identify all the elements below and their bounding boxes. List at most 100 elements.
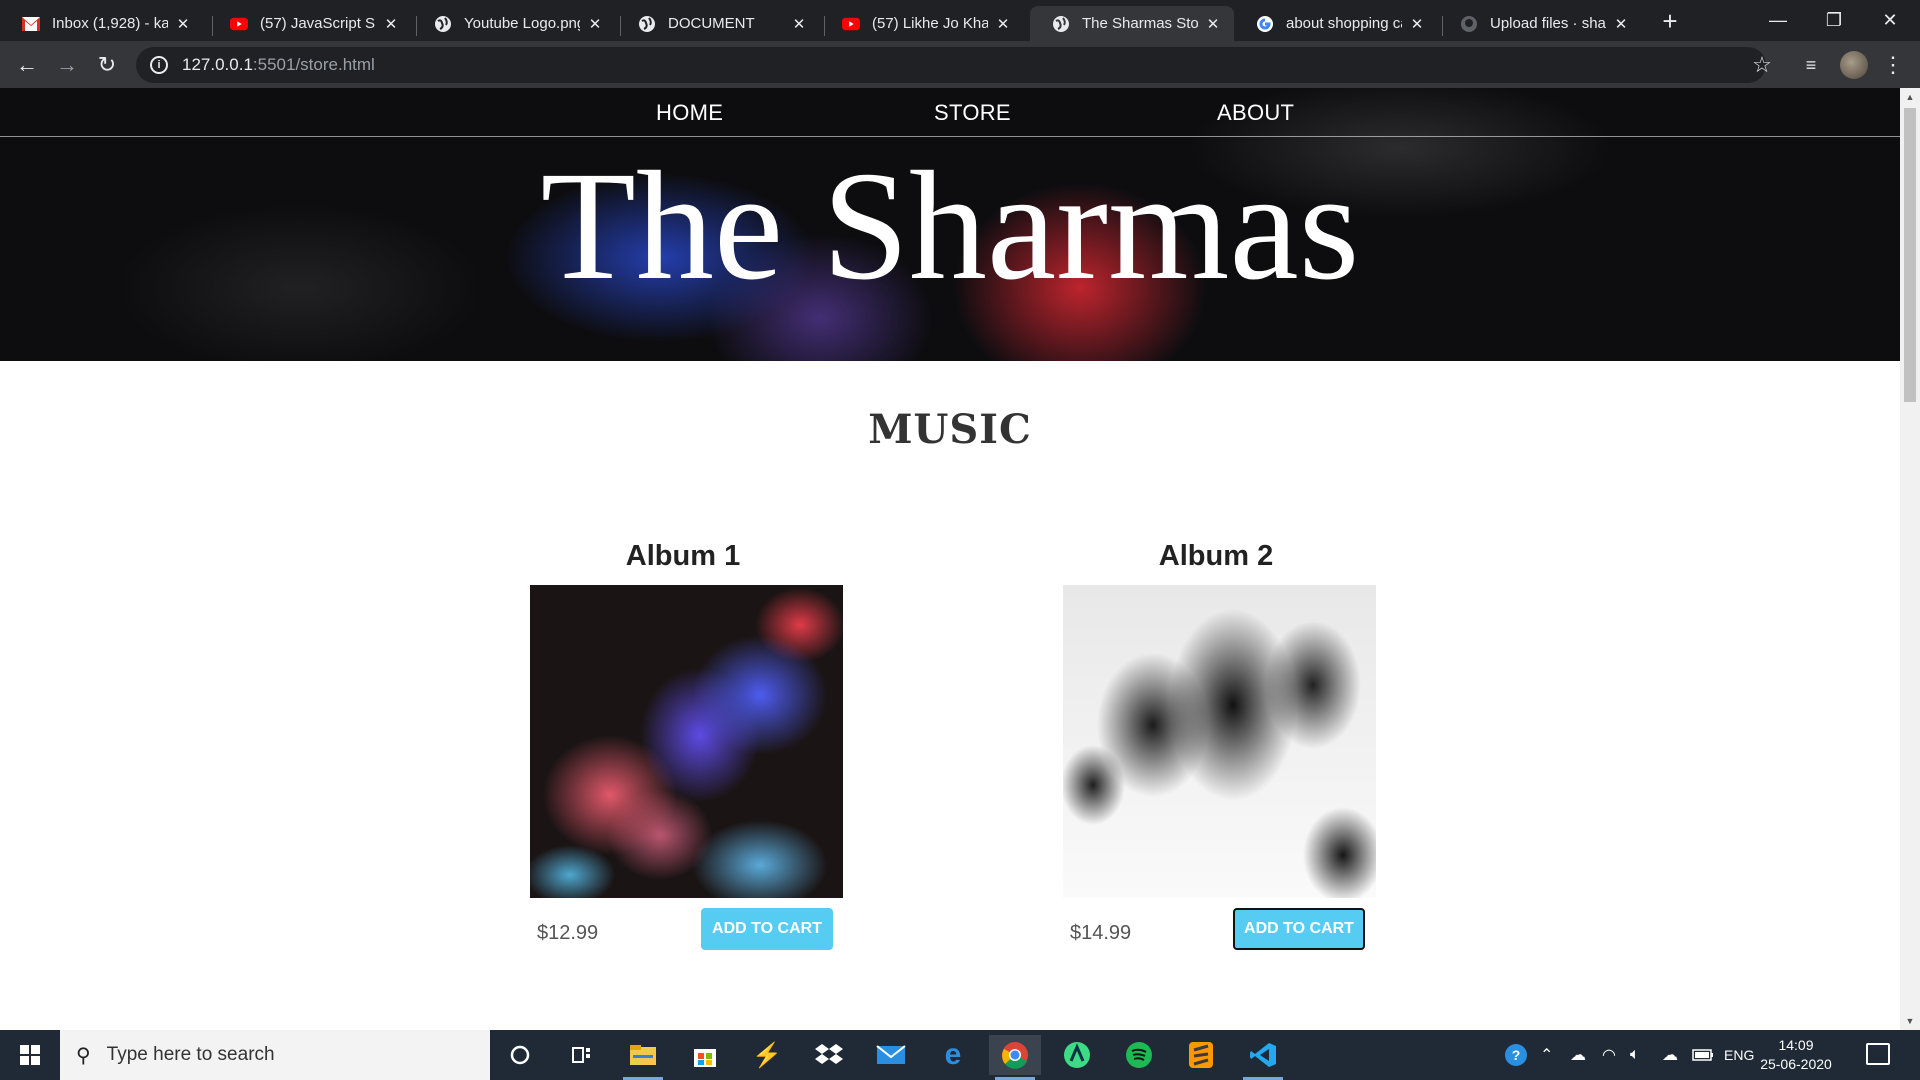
album-cover-image [1063,585,1376,898]
back-arrow-icon[interactable]: ← [13,51,41,79]
vscode-icon[interactable] [1237,1035,1289,1080]
tab-document[interactable]: DOCUMENT ✕ [616,6,820,41]
address-bar[interactable]: i 127.0.0.1:5501/store.html [136,47,1766,83]
tab-title: Youtube Logo.png [464,15,580,32]
info-icon[interactable]: i [150,56,168,74]
tab-title: (57) JavaScript Sho [260,15,376,32]
reload-icon[interactable]: ↻ [93,51,121,79]
language-indicator[interactable]: ENG [1724,1030,1754,1080]
section-title-music: MUSIC [868,406,1032,453]
visual-studio-installer-icon[interactable]: ⚡ [741,1035,793,1075]
album-price: $12.99 [537,922,599,944]
scrollbar-thumb[interactable] [1904,108,1916,402]
add-to-cart-button[interactable]: ADD TO CART [1233,908,1365,950]
profile-avatar[interactable] [1840,51,1868,79]
tab-youtube-logo[interactable]: Youtube Logo.png ✕ [412,6,616,41]
browser-toolbar: ← → ↻ i 127.0.0.1:5501/store.html ☆ ≡ ⋮ [0,41,1920,88]
tab-title: about shopping ca [1286,15,1402,32]
search-placeholder: Type here to search [106,1044,275,1065]
tab-title: DOCUMENT [668,15,755,32]
start-button[interactable] [0,1030,60,1080]
volume-icon[interactable]: 🔈︎ [1630,1030,1640,1080]
android-studio-icon[interactable] [1051,1035,1103,1075]
url-text[interactable]: 127.0.0.1:5501/store.html [182,55,375,75]
sublime-text-icon[interactable] [1175,1035,1227,1075]
minimize-button[interactable]: — [1750,0,1806,41]
google-icon [1256,15,1274,33]
github-icon [1460,15,1478,33]
album-card-1: Album 1 $12.99 ADD TO CART [523,540,843,950]
close-tab-icon[interactable]: ✕ [586,15,604,33]
restore-button[interactable]: ❐ [1806,0,1862,41]
tab-title: The Sharmas Store [1082,15,1198,32]
album-card-2: Album 2 $14.99 ADD TO CART [1056,540,1376,950]
album-title: Album 1 [625,540,741,572]
help-icon[interactable]: ? [1502,1030,1530,1080]
brand-title: The Sharmas [540,139,1360,312]
youtube-icon [842,15,860,33]
media-control-icon[interactable]: ≡ [1797,51,1825,79]
edge-icon[interactable]: e [927,1035,979,1075]
new-tab-button[interactable]: + [1656,8,1684,36]
onedrive-cloud-icon[interactable]: ☁ [1570,1030,1586,1080]
page-scrollbar[interactable]: ▲ ▼ [1900,88,1920,1030]
taskbar-search-box[interactable]: ⚲ Type here to search [60,1030,490,1080]
main-nav: HOME STORE ABOUT [0,88,1900,137]
tab-title: Inbox (1,928) - kan [52,15,168,32]
windows-taskbar: ⚲ Type here to search ⚡ e ? ⌃ ☁ ◠ 🔈︎ ☁ E… [0,1030,1920,1080]
tab-gmail[interactable]: Inbox (1,928) - kan ✕ [0,6,204,41]
notification-center-icon[interactable] [1866,1043,1890,1065]
spotify-icon[interactable] [1113,1035,1165,1075]
tab-javascript[interactable]: (57) JavaScript Sho ✕ [208,6,412,41]
tab-strip: Inbox (1,928) - kan ✕ (57) JavaScript Sh… [0,0,1920,41]
dropbox-icon[interactable] [803,1035,855,1075]
page-viewport: HOME STORE ABOUT The Sharmas MUSIC Album… [0,88,1900,1030]
nav-store-link[interactable]: STORE [934,100,1011,126]
tab-google-search[interactable]: about shopping ca ✕ [1234,6,1438,41]
menu-kebab-icon[interactable]: ⋮ [1879,51,1907,79]
microsoft-store-icon[interactable] [679,1035,731,1075]
forward-arrow-icon[interactable]: → [53,51,81,79]
nav-home-link[interactable]: HOME [656,100,723,126]
clock-time: 14:09 [1778,1037,1814,1053]
upload-cloud-icon[interactable]: ☁ [1662,1030,1678,1080]
close-window-button[interactable]: ✕ [1862,0,1918,41]
close-tab-icon[interactable]: ✕ [1204,15,1222,33]
tab-upload-files[interactable]: Upload files · sharr ✕ [1438,6,1642,41]
close-tab-icon[interactable]: ✕ [1408,15,1426,33]
svg-text:?: ? [1512,1047,1521,1063]
search-icon: ⚲ [76,1044,91,1067]
globe-icon [434,15,452,33]
taskbar-clock[interactable]: 14:09 25-06-2020 [1756,1036,1836,1074]
close-tab-icon[interactable]: ✕ [382,15,400,33]
task-view-icon[interactable] [556,1035,608,1075]
tab-likhe-jo-khat[interactable]: (57) Likhe Jo Khat ✕ [820,6,1024,41]
battery-icon[interactable] [1692,1030,1714,1080]
clock-date: 25-06-2020 [1760,1056,1832,1072]
cortana-icon[interactable] [494,1035,546,1075]
album-cover-image [530,585,843,898]
album-title: Album 2 [1158,540,1274,572]
bookmark-star-icon[interactable]: ☆ [1748,51,1776,79]
chrome-icon[interactable] [989,1035,1041,1080]
scroll-up-icon[interactable]: ▲ [1905,92,1915,102]
add-to-cart-button[interactable]: ADD TO CART [701,908,833,950]
close-tab-icon[interactable]: ✕ [1612,15,1630,33]
close-tab-icon[interactable]: ✕ [174,15,192,33]
youtube-icon [230,15,248,33]
tab-title: (57) Likhe Jo Khat [872,15,988,32]
tab-title: Upload files · sharr [1490,15,1606,32]
album-price: $14.99 [1070,922,1132,944]
tab-sharmas-store[interactable]: The Sharmas Store ✕ [1030,6,1234,41]
show-hidden-icons-chevron-icon[interactable]: ⌃ [1540,1030,1553,1080]
globe-icon [1052,15,1070,33]
close-tab-icon[interactable]: ✕ [994,15,1012,33]
gmail-icon [22,15,40,33]
scroll-down-icon[interactable]: ▼ [1905,1016,1915,1026]
wifi-icon[interactable]: ◠ [1602,1030,1616,1080]
close-tab-icon[interactable]: ✕ [790,15,808,33]
mail-icon[interactable] [865,1035,917,1075]
nav-about-link[interactable]: ABOUT [1217,100,1294,126]
url-host: 127.0.0.1 [182,55,253,74]
file-explorer-icon[interactable] [617,1035,669,1080]
